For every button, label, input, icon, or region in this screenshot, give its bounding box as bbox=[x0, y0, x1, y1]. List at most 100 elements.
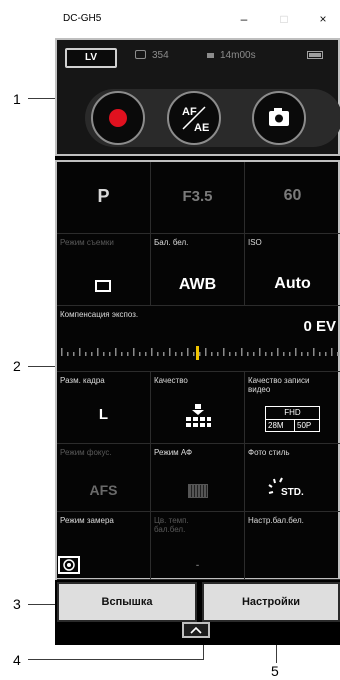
drive-mode-tile[interactable]: Режим съемки bbox=[57, 234, 151, 306]
exposure-scale[interactable] bbox=[57, 344, 340, 364]
focus-mode-value: AFS bbox=[89, 482, 118, 498]
record-icon bbox=[109, 109, 127, 127]
shooting-mode-value: P bbox=[97, 186, 110, 206]
exposure-tick bbox=[295, 348, 297, 356]
exposure-tick bbox=[223, 348, 225, 356]
white-balance-tile[interactable]: Бал. бел. AWB bbox=[151, 234, 245, 306]
af-mode-label: Режим АФ bbox=[154, 448, 193, 457]
exposure-tick bbox=[85, 352, 87, 356]
aperture-tile[interactable]: F3.5 bbox=[151, 162, 245, 234]
exposure-compensation-label: Компенсация экспоз. bbox=[60, 310, 139, 319]
camera-small-icon bbox=[135, 50, 146, 59]
chevron-up-icon bbox=[190, 626, 202, 634]
exposure-tick bbox=[79, 348, 81, 356]
exposure-tick bbox=[181, 352, 183, 356]
title-bar: DC-GH5 – □ × bbox=[55, 0, 340, 38]
live-view-button[interactable]: LV bbox=[65, 48, 117, 68]
metering-mode-tile[interactable]: Режим замера bbox=[57, 512, 151, 580]
af-area-grid-icon bbox=[188, 484, 208, 498]
exposure-tick bbox=[109, 352, 111, 356]
exposure-tick bbox=[241, 348, 243, 356]
exposure-indicator bbox=[196, 346, 199, 360]
picture-size-tile[interactable]: Разм. кадра L bbox=[57, 372, 151, 444]
wb-setting-tile[interactable]: Настр.бал.бел. bbox=[245, 512, 340, 580]
video-quality-tile[interactable]: Качество записи видео FHD 28M 50P bbox=[245, 372, 340, 444]
wb-temperature-tile[interactable]: Цв. темп. бал.бел. - bbox=[151, 512, 245, 580]
exposure-tick bbox=[163, 352, 165, 356]
callout-3: 3 bbox=[13, 596, 21, 612]
exposure-tick bbox=[331, 348, 333, 356]
callout-1-line bbox=[28, 98, 56, 99]
callout-4: 4 bbox=[13, 652, 21, 668]
exposure-tick bbox=[319, 352, 321, 356]
exposure-tick bbox=[217, 352, 219, 356]
wb-temperature-value: - bbox=[195, 560, 200, 571]
settings-button[interactable]: Настройки bbox=[202, 582, 340, 622]
shooting-mode-tile[interactable]: P bbox=[57, 162, 151, 234]
exposure-tick bbox=[301, 352, 303, 356]
exposure-compensation-tile[interactable]: Компенсация экспоз. 0 EV bbox=[57, 306, 340, 372]
wb-temperature-label: Цв. темп. бал.бел. bbox=[154, 516, 189, 534]
exposure-tick bbox=[289, 352, 291, 356]
video-small-icon bbox=[207, 53, 214, 58]
photo-style-tile[interactable]: Фото стиль STD. bbox=[245, 444, 340, 512]
close-button[interactable]: × bbox=[312, 9, 334, 29]
callout-3-line bbox=[28, 604, 56, 605]
af-ae-icon: AF AE bbox=[182, 106, 209, 134]
single-shot-icon bbox=[95, 280, 111, 292]
callout-1: 1 bbox=[13, 91, 21, 107]
exposure-tick bbox=[253, 352, 255, 356]
exposure-tick bbox=[235, 352, 237, 356]
exposure-tick bbox=[337, 352, 339, 356]
callout-2: 2 bbox=[13, 358, 21, 374]
maximize-button[interactable]: □ bbox=[273, 9, 295, 29]
iso-value: Auto bbox=[274, 275, 311, 292]
quality-fine-icon bbox=[186, 404, 211, 427]
minimize-button[interactable]: – bbox=[233, 9, 255, 29]
exposure-tick bbox=[211, 352, 213, 356]
exposure-tick bbox=[283, 352, 285, 356]
iso-label: ISO bbox=[248, 238, 262, 247]
video-bitrate: 28M bbox=[268, 421, 284, 430]
focus-mode-tile[interactable]: Режим фокус. AFS bbox=[57, 444, 151, 512]
af-mode-tile[interactable]: Режим АФ bbox=[151, 444, 245, 512]
quality-tile[interactable]: Качество bbox=[151, 372, 245, 444]
exposure-tick bbox=[91, 352, 93, 356]
expand-chevron-button[interactable] bbox=[182, 622, 210, 638]
photo-style-value: STD. bbox=[281, 487, 304, 498]
flash-button[interactable]: Вспышка bbox=[57, 582, 197, 622]
aperture-value: F3.5 bbox=[182, 188, 213, 205]
exposure-tick bbox=[127, 352, 129, 356]
exposure-tick bbox=[247, 352, 249, 356]
video-quality-label: Качество записи видео bbox=[248, 376, 310, 394]
callout-2-line bbox=[28, 366, 56, 367]
shutter-speed-tile[interactable]: 60 bbox=[245, 162, 340, 234]
exposure-tick bbox=[121, 352, 123, 356]
callout-5: 5 bbox=[271, 663, 279, 679]
metering-icon bbox=[58, 556, 80, 574]
exposure-tick bbox=[325, 352, 327, 356]
photo-style-label: Фото стиль bbox=[248, 448, 290, 457]
record-time-value: 14m00s bbox=[220, 50, 256, 61]
exposure-tick bbox=[67, 352, 69, 356]
quality-label: Качество bbox=[154, 376, 188, 385]
af-ae-button[interactable]: AF AE bbox=[167, 91, 221, 145]
shots-remaining: 354 bbox=[135, 50, 169, 61]
battery-icon bbox=[307, 51, 323, 59]
exposure-tick bbox=[97, 348, 99, 356]
iso-tile[interactable]: ISO Auto bbox=[245, 234, 340, 306]
video-quality-badge: FHD 28M 50P bbox=[265, 406, 320, 432]
exposure-tick bbox=[73, 352, 75, 356]
picture-size-value: L bbox=[98, 406, 109, 423]
exposure-tick bbox=[187, 348, 189, 356]
record-button[interactable] bbox=[91, 91, 145, 145]
white-balance-label: Бал. бел. bbox=[154, 238, 189, 247]
exposure-tick bbox=[199, 352, 201, 356]
shutter-button[interactable] bbox=[252, 91, 306, 145]
exposure-tick bbox=[205, 348, 207, 356]
svg-text:AF: AF bbox=[182, 106, 197, 118]
exposure-tick bbox=[151, 348, 153, 356]
picture-size-label: Разм. кадра bbox=[60, 376, 105, 385]
white-balance-value: AWB bbox=[178, 276, 217, 293]
bottom-button-bar: Вспышка Настройки bbox=[55, 582, 340, 622]
